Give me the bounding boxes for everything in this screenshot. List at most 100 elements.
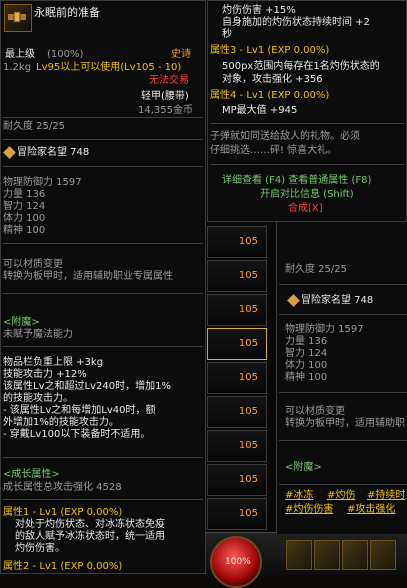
tag[interactable]: #灼伤 [327,490,355,502]
divider [3,346,203,347]
slot-6[interactable]: 105 [207,396,267,428]
stat-strength: 力量 136 [3,189,46,200]
slot-2[interactable]: 105 [207,260,267,292]
attr4-title: 属性4 - Lv1 (EXP 0.00%) [210,90,330,101]
durability: 耐久度 25/25 [3,121,65,132]
view-details-hint[interactable]: 详细查看 (F4) 查看普通属性 (F8) [222,175,371,187]
enchant-header: <附魔> [3,317,40,328]
compare-hint[interactable]: 开启对比信息 (Shift) [260,189,354,201]
material-change: 可以材质变更 [3,259,63,270]
rarity-label: 史诗 [171,49,191,60]
skill-slot-3[interactable] [342,540,368,570]
slot-level: 105 [238,440,258,451]
attr1-line: 对处于灼伤状态、对冰冻状态免疫 [15,519,165,530]
synth-hint[interactable]: 合成[X] [288,203,323,215]
attr3-title: 属性3 - Lv1 (EXP 0.00%) [210,45,330,56]
skill-slot-4[interactable] [370,540,396,570]
divider [3,457,203,458]
usable-level: Lv95以上可以使用(Lv105 - 10) [36,62,182,73]
stat-intelligence: 智力 124 [285,348,328,359]
divider [3,293,203,294]
divider [3,166,203,167]
slot-1[interactable]: 105 [207,226,267,258]
guild-fame: 冒险家名望 748 [301,295,374,306]
effect-line: - 穿戴Lv100以下装备时不适用。 [3,429,151,440]
slot-level: 105 [238,372,258,383]
skill-slot-2[interactable] [314,540,340,570]
hp-percent: 100% [225,557,251,567]
attr1-line: 灼伤伤害。 [15,543,65,554]
slot-7[interactable]: 105 [207,430,267,462]
grade-percent: (100%) [47,49,84,60]
material-desc: 转换为板甲时，适用辅助职 [285,418,405,429]
divider [3,243,203,244]
attr-line: 灼伤伤害 +15% [222,5,296,16]
attr-line: 对象，攻击强化 +356 [222,74,323,85]
divider [279,440,407,441]
effect-line: - 该属性Lv之和每增加Lv40时，额 [3,405,156,416]
item-tooltip-left: 永眠前的准备 最上级 (100%) 史诗 1.2kg Lv95以上可以使用(Lv… [0,0,206,574]
slot-level: 105 [238,304,258,315]
stat-intelligence: 智力 124 [3,201,46,212]
attr-line: 500px范围内每存在1名灼伤状态的 [222,61,380,72]
effect-line: 的技能攻击力。 [3,393,73,404]
attr2-title: 属性2 - Lv1 (EXP 0.00%) [3,561,123,572]
trade-status: 无法交易 [149,75,189,86]
slot-level: 105 [238,474,258,485]
guild-fame: 冒险家名望 748 [17,147,90,158]
grade-label: 最上级 [5,49,35,60]
stat-physical-defense: 物理防御力 1597 [285,324,364,335]
slot-level: 105 [238,270,258,281]
flavor-text: 子弹就如同送给敌人的礼物。必须 [210,131,360,142]
tag[interactable]: #冰冻 [285,490,313,502]
stat-strength: 力量 136 [285,336,328,347]
divider [3,139,203,140]
item-price: 14,355金币 [138,105,193,116]
divider [279,284,407,285]
belt-icon [8,11,26,23]
item-name: 永眠前的准备 [34,6,100,19]
fame-icon [3,146,16,159]
attr-line: 秒 [222,29,232,40]
item-tooltip-right-top: 灼伤伤害 +15% 自身施加的灼伤状态持续时间 +2 秒 属性3 - Lv1 (… [207,0,407,222]
enchant-header: <附魔> [285,462,322,473]
divider [3,117,203,118]
growth-header: <成长属性> [3,469,60,480]
slot-level: 105 [238,236,258,247]
slot-4[interactable]: 105 [207,328,267,360]
effect-line: 物品栏负重上限 +3kg [3,357,104,368]
slot-8[interactable]: 105 [207,464,267,496]
fame-icon [287,294,300,307]
item-tooltip-right-bottom: 耐久度 25/25 冒险家名望 748 物理防御力 1597 力量 136 智力… [276,222,407,534]
stat-spirit: 精神 100 [3,225,46,236]
slot-5[interactable]: 105 [207,362,267,394]
effect-line: 技能攻击力 +12% [3,369,87,380]
effect-line: 该属性Lv之和超过Lv240时，增加1% [3,381,171,392]
divider [210,164,404,165]
slot-3[interactable]: 105 [207,294,267,326]
skill-slot-1[interactable] [286,540,312,570]
divider [279,484,407,485]
tag[interactable]: #持续时 [367,490,405,502]
stat-vitality: 体力 100 [285,360,328,371]
tag[interactable]: #灼伤伤害 [285,504,333,516]
stat-spirit: 精神 100 [285,372,328,383]
tag[interactable]: #攻击强化 [347,504,395,516]
attr1-line: 的敌人赋予冰冻状态时，统一适用 [15,531,165,542]
divider [279,314,407,315]
item-icon [4,4,32,32]
weight: 1.2kg [3,62,32,73]
stat-physical-defense: 物理防御力 1597 [3,177,82,188]
attr-line: MP最大值 +945 [222,105,298,116]
flavor-text: 仔细挑选……砰! 惊喜大礼。 [210,145,338,156]
slot-level: 105 [238,406,258,417]
slot-level: 105 [238,338,258,349]
durability: 耐久度 25/25 [285,264,347,275]
slot-9[interactable]: 105 [207,498,267,530]
growth-total: 成长属性总攻击强化 4528 [3,482,122,493]
divider [279,392,407,393]
item-type: 轻甲(腰带) [141,91,189,102]
divider [3,499,203,500]
effect-line: 外增加1%的技能攻击力。 [3,417,119,428]
material-change: 可以材质变更 [285,406,345,417]
